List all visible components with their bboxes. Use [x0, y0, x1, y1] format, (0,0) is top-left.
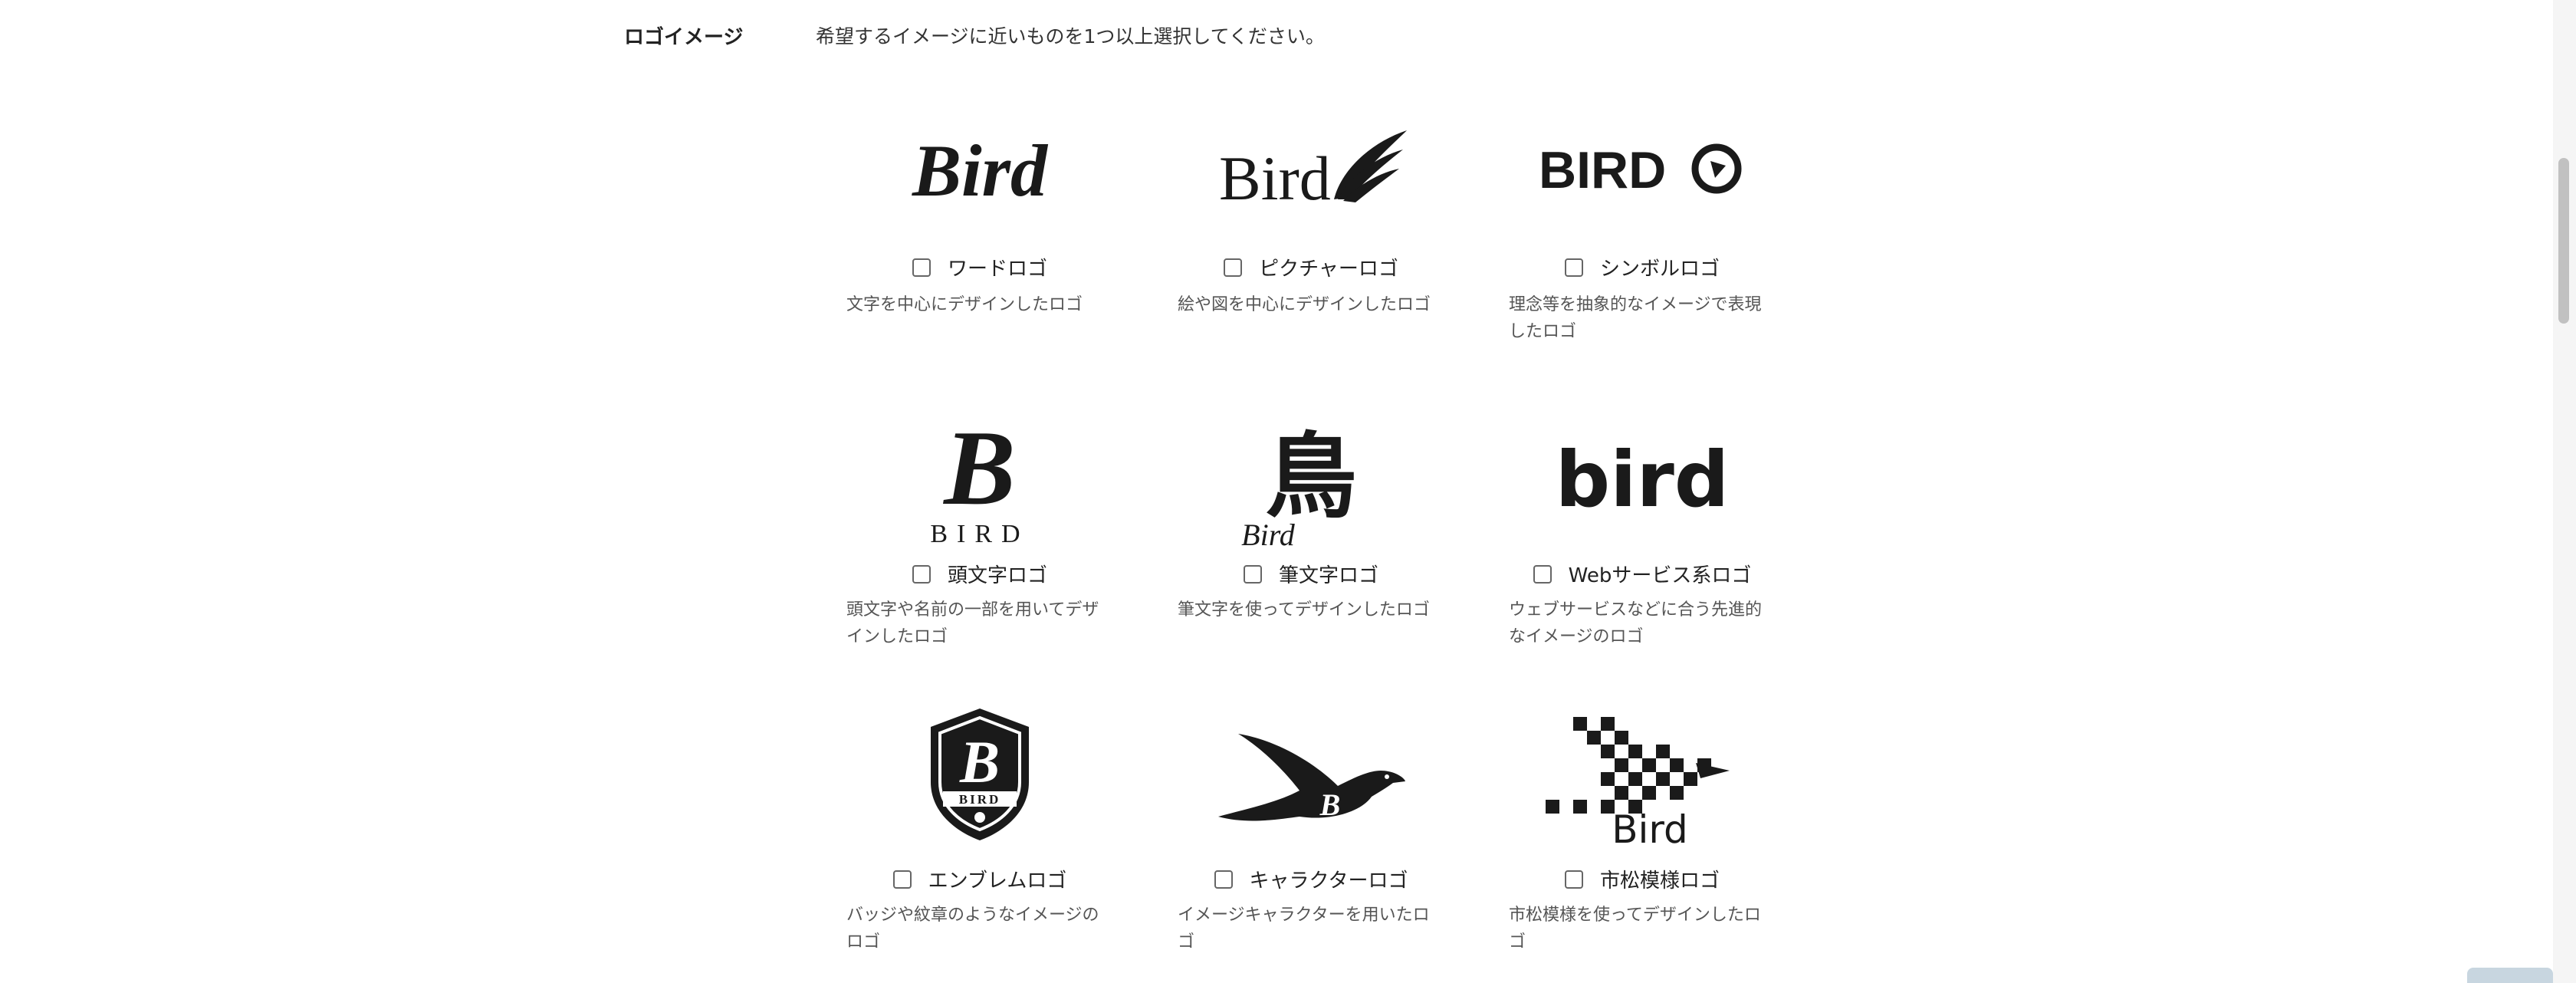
picture-logo-label[interactable]: ピクチャーロゴ: [1259, 253, 1398, 281]
word-logo-label[interactable]: ワードロゴ: [948, 253, 1047, 281]
character-logo-checkbox-row[interactable]: キャラクターロゴ: [1178, 865, 1444, 893]
character-logo-label[interactable]: キャラクターロゴ: [1250, 865, 1408, 893]
svg-text:BIRD: BIRD: [1539, 141, 1666, 199]
section-label: ロゴイメージ: [624, 26, 744, 49]
svg-text:B: B: [959, 728, 1000, 795]
web-service-logo-label[interactable]: Webサービス系ロゴ: [1569, 560, 1752, 588]
checkered-logo-checkbox-row[interactable]: 市松模様ロゴ: [1509, 865, 1776, 893]
symbol-logo-checkbox[interactable]: [1564, 258, 1583, 277]
character-logo-description: イメージキャラクターを用いたロゴ: [1178, 906, 1430, 952]
brush-logo-checkbox[interactable]: [1243, 564, 1262, 584]
initial-logo-description: 頭文字や名前の一部を用いてデザインしたロゴ: [846, 600, 1099, 646]
emblem-logo-label[interactable]: エンブレムロゴ: [928, 865, 1067, 893]
initial-logo-checkbox-row[interactable]: 頭文字ロゴ: [846, 560, 1113, 588]
scrollbar-thumb[interactable]: [2558, 158, 2569, 324]
svg-text:Bird: Bird: [912, 130, 1049, 212]
checkered-logo-image: Bird: [1509, 698, 1776, 852]
web-service-logo-description: ウェブサービスなどに合う先進的なイメージのロゴ: [1509, 600, 1763, 646]
web-service-logo-checkbox-row[interactable]: Webサービス系ロゴ: [1509, 560, 1776, 588]
web-service-logo-checkbox[interactable]: [1533, 564, 1552, 584]
symbol-logo-label[interactable]: シンボルロゴ: [1600, 253, 1720, 281]
svg-text:B: B: [1319, 787, 1341, 822]
picture-logo-checkbox[interactable]: [1224, 258, 1243, 277]
word-logo-checkbox[interactable]: [912, 258, 931, 277]
emblem-logo-image: B BIRD: [846, 698, 1113, 851]
emblem-logo-checkbox[interactable]: [892, 870, 912, 889]
picture-logo-description: 絵や図を中心にデザインしたロゴ: [1178, 295, 1431, 314]
brush-logo-image: 鳥 Bird: [1178, 406, 1444, 560]
svg-text:Bird: Bird: [1219, 143, 1331, 213]
emblem-logo-checkbox-row[interactable]: エンブレムロゴ: [846, 865, 1113, 893]
checkered-logo-description: 市松模様を使ってデザインしたロゴ: [1509, 906, 1761, 952]
initial-logo-checkbox[interactable]: [912, 564, 931, 584]
initial-logo-label[interactable]: 頭文字ロゴ: [948, 560, 1047, 588]
emblem-logo-description: バッジや紋章のようなイメージのロゴ: [846, 906, 1099, 952]
brush-logo-description: 筆文字を使ってデザインしたロゴ: [1178, 600, 1430, 620]
character-logo-checkbox[interactable]: [1214, 870, 1233, 889]
svg-text:BIRD: BIRD: [959, 792, 1001, 807]
picture-logo-checkbox-row[interactable]: ピクチャーロゴ: [1178, 253, 1444, 281]
initial-logo-image: B BIRD: [846, 406, 1113, 560]
section-instruction: 希望するイメージに近いものを1つ以上選択してください。: [816, 25, 1325, 48]
brush-logo-label[interactable]: 筆文字ロゴ: [1279, 560, 1378, 588]
svg-text:鳥: 鳥: [1265, 422, 1357, 531]
checkered-logo-checkbox[interactable]: [1564, 870, 1583, 889]
web-service-logo-image: bird: [1509, 406, 1776, 560]
picture-logo-image: Bird: [1178, 92, 1444, 245]
svg-text:Bird: Bird: [1241, 518, 1296, 552]
logo-image-section: ロゴイメージ 希望するイメージに近いものを1つ以上選択してください。 Bird …: [0, 0, 2576, 983]
word-logo-description: 文字を中心にデザインしたロゴ: [846, 295, 1083, 314]
scrollbar-track[interactable]: [2553, 0, 2576, 983]
brush-logo-checkbox-row[interactable]: 筆文字ロゴ: [1178, 560, 1444, 588]
character-logo-image: B: [1178, 698, 1444, 851]
svg-text:B: B: [942, 409, 1015, 528]
svg-text:bird: bird: [1556, 435, 1730, 524]
checkered-logo-label[interactable]: 市松模様ロゴ: [1600, 865, 1720, 893]
floating-corner-button[interactable]: [2467, 968, 2553, 983]
symbol-logo-description: 理念等を抽象的なイメージで表現したロゴ: [1509, 295, 1762, 341]
svg-text:BIRD: BIRD: [930, 520, 1029, 548]
svg-text:Bird: Bird: [1612, 807, 1688, 852]
word-logo-image: Bird: [846, 92, 1113, 245]
word-logo-checkbox-row[interactable]: ワードロゴ: [846, 253, 1113, 281]
symbol-logo-checkbox-row[interactable]: シンボルロゴ: [1509, 253, 1776, 281]
symbol-logo-image: BIRD: [1509, 92, 1776, 245]
